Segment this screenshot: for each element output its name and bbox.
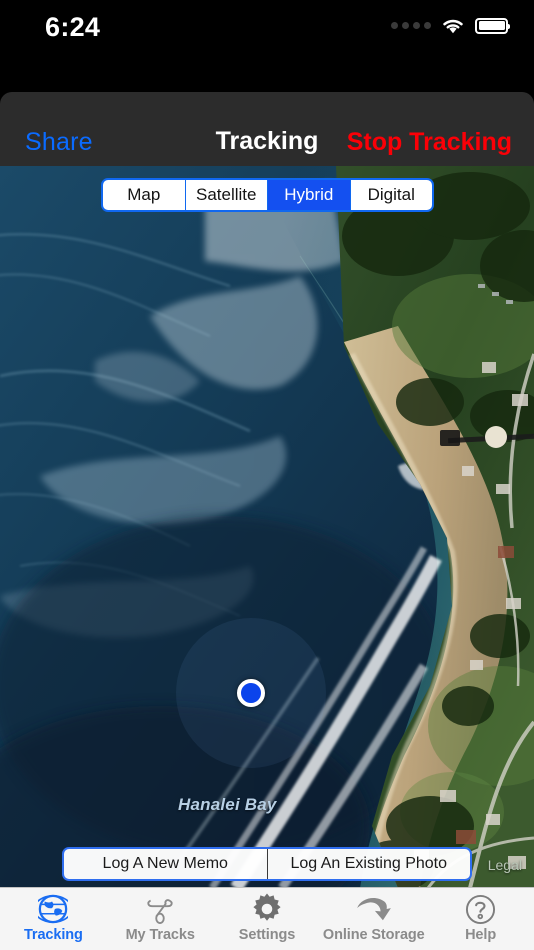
gear-icon: [251, 893, 283, 925]
map-view[interactable]: Hanalei Bay Hanalei Beach AKU Legal: [0, 166, 534, 888]
globe-icon: [38, 893, 69, 925]
signal-dots-icon: [391, 22, 431, 29]
status-bar: 6:24: [0, 0, 534, 92]
tab-my-tracks[interactable]: My Tracks: [107, 888, 214, 950]
log-actions-bar: Log A New Memo Log An Existing Photo: [62, 847, 472, 881]
tab-label-help: Help: [465, 927, 497, 943]
map-type-segmented-control[interactable]: Map Satellite Hybrid Digital: [101, 178, 434, 212]
tab-help[interactable]: Help: [427, 888, 534, 950]
status-time: 6:24: [45, 12, 101, 42]
tab-bar: Tracking My Tracks Settings Online Stora…: [0, 887, 534, 950]
segment-hybrid[interactable]: Hybrid: [267, 180, 350, 210]
tab-label-settings: Settings: [238, 927, 296, 943]
tab-tracking[interactable]: Tracking: [0, 888, 107, 950]
wifi-icon: [443, 19, 463, 34]
segment-digital[interactable]: Digital: [349, 180, 433, 210]
status-indicators: [391, 16, 510, 35]
map-label-bay: Hanalei Bay: [178, 795, 277, 814]
user-location-dot: [237, 679, 265, 707]
track-route-icon: [144, 893, 176, 925]
navigation-bar: Share Tracking Stop Tracking: [0, 92, 534, 166]
question-circle-icon: [465, 893, 496, 925]
tab-label-my-tracks: My Tracks: [125, 927, 195, 943]
app-screen: Hanalei Bay Hanalei Beach AKU Legal Map …: [0, 0, 534, 950]
map-satellite-imagery: [0, 166, 534, 888]
log-new-memo-button[interactable]: Log A New Memo: [64, 849, 267, 879]
legal-link[interactable]: Legal: [488, 857, 522, 873]
tab-settings[interactable]: Settings: [214, 888, 321, 950]
battery-full-icon: [475, 17, 510, 34]
tab-online-storage[interactable]: Online Storage: [320, 888, 427, 950]
segment-map[interactable]: Map: [103, 180, 185, 210]
download-arrow-icon: [355, 893, 393, 925]
tab-label-tracking: Tracking: [23, 927, 83, 943]
stop-tracking-button[interactable]: Stop Tracking: [347, 128, 512, 157]
segment-satellite[interactable]: Satellite: [184, 180, 268, 210]
log-existing-photo-button[interactable]: Log An Existing Photo: [266, 849, 471, 879]
tab-label-online-storage: Online Storage: [322, 927, 425, 943]
